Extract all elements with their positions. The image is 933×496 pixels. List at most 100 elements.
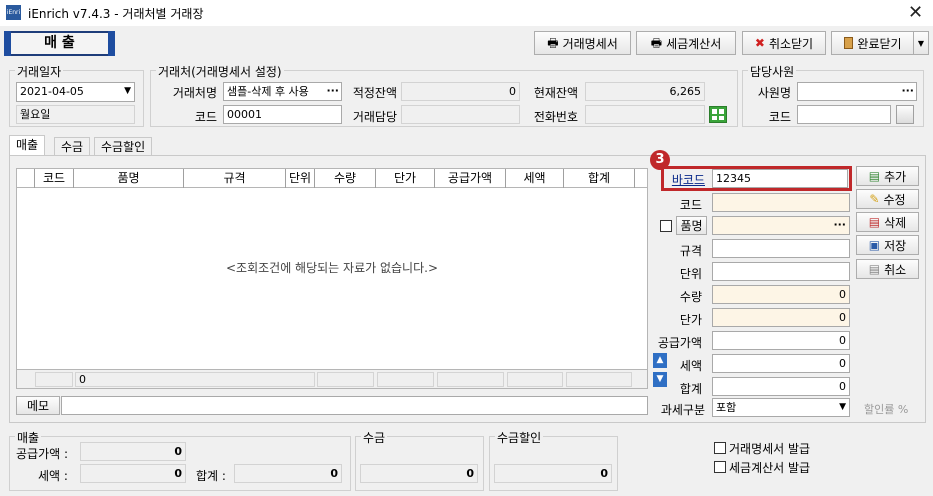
grid-green-icon[interactable] [709, 106, 727, 123]
supply-field[interactable]: 0 [712, 331, 850, 350]
staff-name-field[interactable]: ··· [797, 82, 917, 101]
staff-code-field[interactable] [797, 105, 891, 124]
pencil-icon: ✎ [869, 192, 880, 206]
tax-field[interactable]: 0 [712, 354, 850, 373]
tax-type-label: 과세구분 [660, 403, 705, 417]
edit-button[interactable]: ✎ 수정 [856, 189, 919, 209]
tax-invoice-button[interactable]: 🖶 세금계산서 [636, 31, 736, 55]
footer-count: 0 [75, 372, 315, 387]
red-x-icon: ✖ [754, 36, 765, 50]
qty-label: 수량 [679, 290, 702, 304]
staff-lookup-icon[interactable] [896, 105, 914, 124]
col-code[interactable]: 코드 [35, 169, 74, 188]
arrow-down-icon[interactable]: ▼ [653, 372, 667, 387]
statement-issue-label: 거래명세서 발급 [729, 442, 811, 456]
tax-label: 세액 [679, 359, 702, 373]
weekday-display: 월요일 [16, 105, 135, 124]
delete-button[interactable]: ▤ 삭제 [856, 212, 919, 232]
item-checkbox[interactable] [660, 220, 672, 232]
item-field[interactable]: ··· [712, 216, 850, 235]
collection-discount-value: 0 [494, 464, 612, 483]
statement-issue-checkbox[interactable] [714, 442, 726, 454]
tax-invoice-issue-label: 세금계산서 발급 [729, 461, 811, 475]
price-label: 단가 [679, 313, 702, 327]
total-field[interactable]: 0 [712, 377, 850, 396]
col-spec[interactable]: 규격 [184, 169, 286, 188]
memo-button[interactable]: 메모 [16, 396, 60, 415]
complete-close-dropdown[interactable]: ▼ [913, 31, 929, 55]
cancel-close-button[interactable]: ✖ 취소닫기 [742, 31, 826, 55]
staff-code-label: 코드 [768, 110, 791, 124]
more-icon[interactable]: ··· [901, 83, 914, 98]
subtab-sales[interactable]: 매출 [9, 135, 46, 157]
col-unit[interactable]: 단위 [286, 169, 315, 188]
collection-value: 0 [360, 464, 478, 483]
code-field[interactable] [712, 193, 850, 212]
grid-footer: 0 [17, 369, 647, 388]
subtab-collection[interactable]: 수금 [54, 137, 91, 157]
client-code-label: 코드 [194, 110, 217, 124]
save-button[interactable]: ▣ 저장 [856, 235, 919, 255]
cancel-button[interactable]: ▤ 취소 [856, 259, 919, 279]
subtab-collection-discount[interactable]: 수금할인 [94, 137, 153, 157]
tab-right-bar [108, 31, 115, 56]
col-supply[interactable]: 공급가액 [435, 169, 506, 188]
item-grid[interactable]: 코드 품명 규격 단위 수량 단가 공급가액 세액 합계 <조회조건에 해당되는… [16, 168, 648, 389]
printer-icon: 🖶 [650, 36, 663, 50]
memo-field[interactable] [61, 396, 648, 415]
app-logo-icon: iEnri [6, 5, 21, 20]
delete-doc-icon: ▤ [868, 215, 881, 229]
balance-field: 0 [401, 82, 520, 101]
barcode-field[interactable]: 12345 [712, 169, 848, 188]
tab-left-bar [4, 31, 11, 56]
sales-tax-value: 0 [80, 464, 186, 483]
trade-date-picker[interactable]: 2021-04-05 ▼ [16, 82, 135, 102]
phone-field [585, 105, 705, 124]
more-icon[interactable]: ··· [833, 217, 846, 232]
client-manager-label: 거래담당 [352, 110, 397, 124]
client-group-label: 거래처(거래명세서 설정) [156, 63, 284, 80]
unit-label: 단위 [679, 267, 702, 281]
col-total[interactable]: 합계 [564, 169, 635, 188]
price-field[interactable]: 0 [712, 308, 850, 327]
current-balance-label: 현재잔액 [533, 86, 578, 100]
add-button[interactable]: ▤ 추가 [856, 166, 919, 186]
col-tax[interactable]: 세액 [506, 169, 564, 188]
total-label: 합계 [679, 382, 702, 396]
client-manager-field [401, 105, 520, 124]
grid-header-corner [17, 169, 35, 188]
unit-field[interactable] [712, 262, 850, 281]
chevron-down-icon: ▼ [124, 86, 131, 96]
tab-sales[interactable]: 매 출 [4, 31, 115, 56]
sales-total-label: 합계 : [196, 469, 226, 483]
col-price[interactable]: 단가 [376, 169, 435, 188]
tab-sales-label: 매 출 [44, 35, 75, 51]
spec-field[interactable] [712, 239, 850, 258]
more-icon[interactable]: ··· [326, 83, 339, 98]
close-icon[interactable]: ✕ [908, 2, 923, 23]
collection-discount-label: 수금할인 [495, 429, 544, 446]
supply-label: 공급가액 [657, 336, 702, 350]
barcode-label[interactable]: 바코드 [665, 171, 705, 188]
col-qty[interactable]: 수량 [315, 169, 376, 188]
sales-supply-label: 공급가액 : [16, 447, 69, 461]
col-item[interactable]: 품명 [74, 169, 184, 188]
client-code-field[interactable]: 00001 [223, 105, 342, 124]
chevron-down-icon: ▼ [917, 38, 925, 48]
arrow-up-icon[interactable]: ▲ [653, 353, 667, 368]
sales-supply-value: 0 [80, 442, 186, 461]
tax-type-select[interactable]: 포함 ▼ [712, 398, 850, 417]
save-icon: ▣ [868, 238, 881, 252]
sales-total-value: 0 [234, 464, 342, 483]
client-name-field[interactable]: 샘플-삭제 후 사용 ··· [223, 82, 342, 101]
complete-close-button[interactable]: 완료닫기 [831, 31, 915, 55]
printer-icon: 🖶 [547, 36, 559, 50]
code-label: 코드 [679, 198, 702, 212]
qty-field[interactable]: 0 [712, 285, 850, 304]
window-title: iEnrich v7.4.3 - 거래처별 거래장 [28, 7, 204, 21]
tax-invoice-issue-checkbox[interactable] [714, 461, 726, 473]
item-lookup-button[interactable]: 품명 [676, 216, 707, 235]
statement-button[interactable]: 🖶 거래명세서 [534, 31, 631, 55]
phone-label: 전화번호 [533, 110, 578, 124]
sales-tax-label: 세액 : [38, 469, 68, 483]
